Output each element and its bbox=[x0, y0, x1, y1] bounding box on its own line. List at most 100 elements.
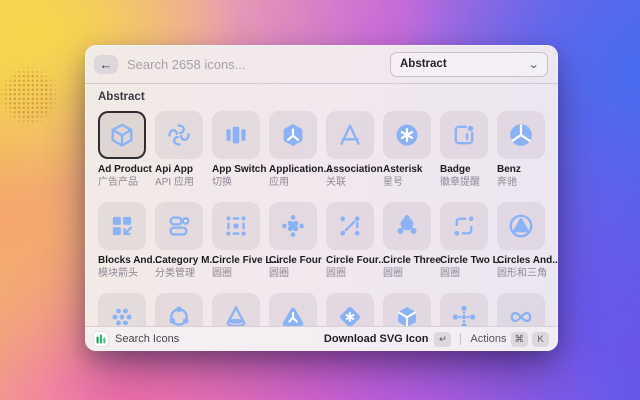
icon-name: Blocks And... bbox=[98, 255, 146, 267]
icon-grid-row: Blocks And...模块箭头Category M...分类管理Circle… bbox=[98, 202, 545, 280]
icon-name-zh: 圆圈 bbox=[440, 267, 488, 280]
circle-four-icon bbox=[279, 212, 307, 240]
icon-tile-dotted-move[interactable] bbox=[440, 293, 488, 326]
icon-cell-circle-four-line: Circle Four...圆圈 bbox=[326, 202, 374, 280]
icon-tile-association[interactable] bbox=[326, 111, 374, 159]
icon-name-zh: 奔驰 bbox=[497, 176, 545, 189]
back-arrow-icon: ← bbox=[100, 58, 113, 71]
download-svg-button[interactable]: Download SVG Icon ↵ bbox=[324, 332, 452, 347]
cone-icon bbox=[222, 303, 250, 326]
icon-cell-benz: Benz奔驰 bbox=[497, 111, 545, 189]
diamond-asterisk-icon bbox=[336, 303, 364, 326]
circle-four-line-icon bbox=[336, 212, 364, 240]
icon-tile-dots-cluster[interactable] bbox=[98, 293, 146, 326]
icon-tile-api-app[interactable] bbox=[155, 111, 203, 159]
icon-tile-cube-y[interactable] bbox=[383, 293, 431, 326]
ring-three-dots-icon bbox=[165, 303, 193, 326]
icon-cell-circle-two-line: Circle Two L...圆圈 bbox=[440, 202, 488, 280]
application-icon bbox=[279, 121, 307, 149]
window-footer: Search Icons Download SVG Icon ↵ Actions… bbox=[85, 326, 558, 351]
command-key-icon: ⌘ bbox=[511, 332, 529, 347]
icon-cell-circle-five-line: Circle Five L...圆圈 bbox=[212, 202, 260, 280]
chevron-down-icon: ⌄ bbox=[527, 58, 539, 71]
icon-tile-benz[interactable] bbox=[497, 111, 545, 159]
icon-grid-row bbox=[98, 293, 545, 326]
icon-cell-triangle-y bbox=[269, 293, 317, 326]
circles-and-triangle-icon bbox=[507, 212, 535, 240]
dots-cluster-icon bbox=[108, 303, 136, 326]
icon-tile-category-management[interactable] bbox=[155, 202, 203, 250]
icon-cell-app-switch: App Switch切换 bbox=[212, 111, 260, 189]
icon-cell-circle-three: Circle Three圆圈 bbox=[383, 202, 431, 280]
icon-tile-ring-three-dots[interactable] bbox=[155, 293, 203, 326]
icon-name-zh: 分类管理 bbox=[155, 267, 203, 280]
category-dropdown[interactable]: Abstract ⌄ bbox=[390, 52, 548, 77]
icon-name: Ad Product bbox=[98, 164, 146, 176]
icon-cell-association: Association关联 bbox=[326, 111, 374, 189]
icon-cell-dotted-move bbox=[440, 293, 488, 326]
app-name-label: Search Icons bbox=[115, 333, 317, 345]
footer-divider bbox=[460, 333, 461, 345]
icon-tile-circle-two-line[interactable] bbox=[440, 202, 488, 250]
icon-name: Category M... bbox=[155, 255, 203, 267]
icon-name: Benz bbox=[497, 164, 545, 176]
icon-cell-infinity bbox=[497, 293, 545, 326]
icon-grid-row: Ad Product广告产品Api AppAPI 应用App Switch切换A… bbox=[98, 111, 545, 189]
icon-name-zh: 关联 bbox=[326, 176, 374, 189]
icon-name: Circle Three bbox=[383, 255, 431, 267]
icon-name: Badge bbox=[440, 164, 488, 176]
icon-cell-asterisk: Asterisk星号 bbox=[383, 111, 431, 189]
background-halftone-blob bbox=[0, 56, 68, 136]
icon-cell-blocks-and-arrow: Blocks And...模块箭头 bbox=[98, 202, 146, 280]
category-management-icon bbox=[165, 212, 193, 240]
infinity-icon bbox=[507, 303, 535, 326]
icon-name-zh: 星号 bbox=[383, 176, 431, 189]
icon-tile-circles-and-triangle[interactable] bbox=[497, 202, 545, 250]
icon-tile-diamond-asterisk[interactable] bbox=[326, 293, 374, 326]
icon-tile-infinity[interactable] bbox=[497, 293, 545, 326]
icon-cell-cube-y bbox=[383, 293, 431, 326]
icon-tile-application[interactable] bbox=[269, 111, 317, 159]
benz-icon bbox=[507, 121, 535, 149]
icon-tile-ad-product[interactable] bbox=[98, 111, 146, 159]
icon-tile-blocks-and-arrow[interactable] bbox=[98, 202, 146, 250]
icon-cell-category-management: Category M...分类管理 bbox=[155, 202, 203, 280]
back-button[interactable]: ← bbox=[94, 55, 118, 74]
icon-cell-diamond-asterisk bbox=[326, 293, 374, 326]
icon-tile-cone[interactable] bbox=[212, 293, 260, 326]
icon-name: Application... bbox=[269, 164, 317, 176]
icon-tile-circle-five-line[interactable] bbox=[212, 202, 260, 250]
ad-product-icon bbox=[108, 121, 136, 149]
actions-button[interactable]: Actions ⌘ K bbox=[470, 332, 549, 347]
dotted-move-icon bbox=[450, 303, 478, 326]
api-app-icon bbox=[165, 121, 193, 149]
icon-cell-circle-four: Circle Four圆圈 bbox=[269, 202, 317, 280]
icon-cell-badge: Badge徽章提醒 bbox=[440, 111, 488, 189]
k-key-icon: K bbox=[532, 332, 549, 347]
icon-name-zh: 广告产品 bbox=[98, 176, 146, 189]
app-logo-icon bbox=[94, 332, 108, 346]
icon-tile-badge[interactable] bbox=[440, 111, 488, 159]
icon-grid: Ad Product广告产品Api AppAPI 应用App Switch切换A… bbox=[98, 111, 545, 326]
icon-name-zh: 圆圈 bbox=[326, 267, 374, 280]
cube-y-icon bbox=[393, 303, 421, 326]
icon-tile-circle-four[interactable] bbox=[269, 202, 317, 250]
section-title: Abstract bbox=[98, 91, 545, 103]
icon-name: App Switch bbox=[212, 164, 260, 176]
icon-tile-asterisk[interactable] bbox=[383, 111, 431, 159]
icon-name: Circle Four... bbox=[326, 255, 374, 267]
logo-bars-icon bbox=[96, 334, 106, 344]
icon-tile-app-switch[interactable] bbox=[212, 111, 260, 159]
icon-tile-circle-four-line[interactable] bbox=[326, 202, 374, 250]
icon-cell-circles-and-triangle: Circles And...圆形和三角 bbox=[497, 202, 545, 280]
icon-name: Association bbox=[326, 164, 374, 176]
triangle-y-icon bbox=[279, 303, 307, 326]
circle-two-line-icon bbox=[450, 212, 478, 240]
search-input[interactable]: Search 2658 icons... bbox=[127, 57, 381, 72]
icon-name-zh: 模块箭头 bbox=[98, 267, 146, 280]
badge-icon bbox=[450, 121, 478, 149]
icon-tile-triangle-y[interactable] bbox=[269, 293, 317, 326]
icon-tile-circle-three[interactable] bbox=[383, 202, 431, 250]
icon-cell-ad-product: Ad Product广告产品 bbox=[98, 111, 146, 189]
icon-cell-dots-cluster bbox=[98, 293, 146, 326]
